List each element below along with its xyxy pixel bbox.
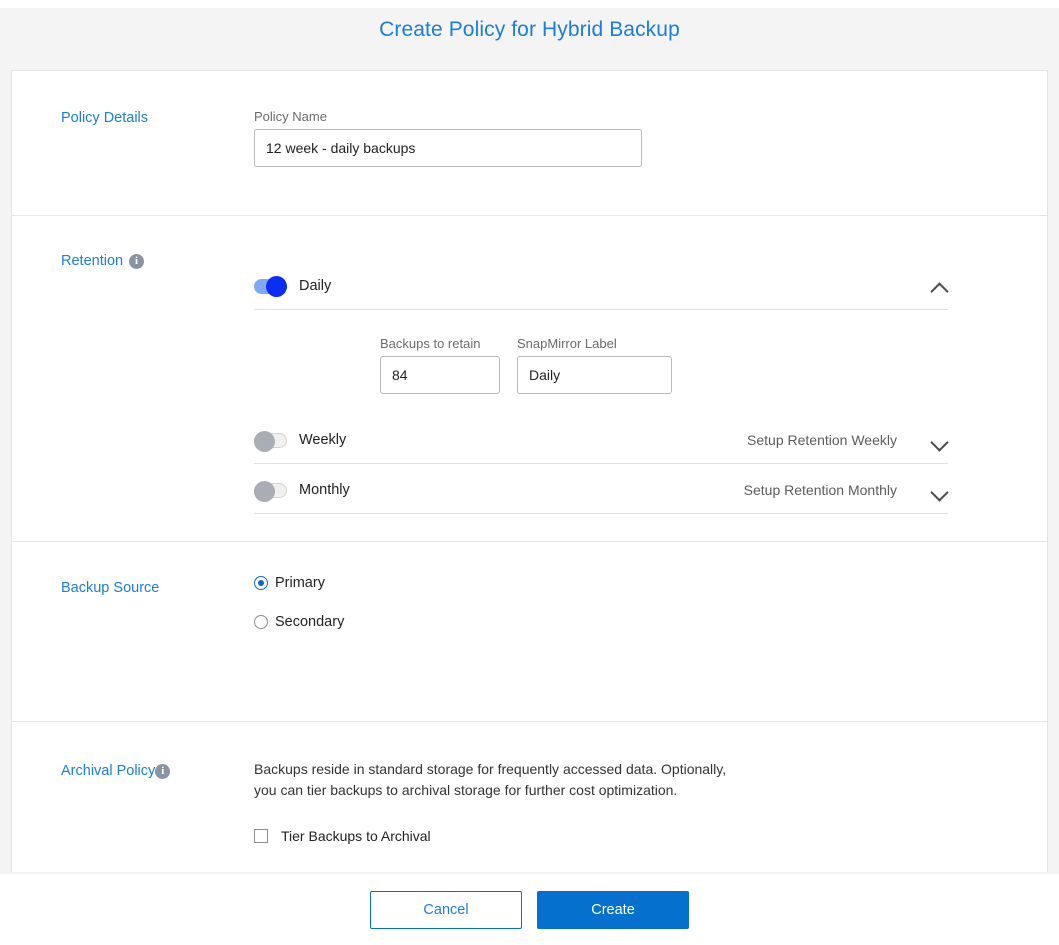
modal-scroll-area[interactable]: Policy Details Policy Name Retention i	[11, 70, 1048, 872]
section-policy-details: Policy Details Policy Name	[12, 71, 1047, 216]
section-label-retention: Retention i	[61, 253, 144, 269]
section-body-retention: Daily Backups to retain SnapMirror Label	[254, 216, 1047, 541]
section-label-column: Archival Policy i	[12, 722, 254, 872]
modal-footer: Cancel Create	[0, 874, 1059, 945]
section-body-backup-source: Primary Secondary	[254, 542, 1047, 721]
retention-row-daily[interactable]: Daily	[254, 270, 948, 310]
retention-list: Daily Backups to retain SnapMirror Label	[254, 270, 948, 514]
archival-description-line-2: you can tier backups to archival storage…	[254, 782, 677, 798]
archival-description: Backups reside in standard storage for f…	[254, 759, 754, 801]
setup-retention-weekly-text: Setup Retention Weekly	[747, 432, 897, 448]
retention-row-monthly[interactable]: Monthly Setup Retention Monthly	[254, 474, 948, 514]
snapmirror-label-input[interactable]	[517, 356, 672, 394]
section-label-column: Policy Details	[12, 71, 254, 215]
radio-label-secondary: Secondary	[275, 614, 344, 630]
section-retention: Retention i Daily	[12, 216, 1047, 542]
chevron-up-icon[interactable]	[931, 281, 948, 292]
section-label-archival-policy: Archival Policy i	[61, 763, 170, 779]
section-backup-source: Backup Source Primary Secondary	[12, 542, 1047, 722]
archival-description-line-1: Backups reside in standard storage for f…	[254, 761, 726, 777]
setup-retention-monthly-text: Setup Retention Monthly	[744, 482, 897, 498]
section-archival-policy: Archival Policy i Backups reside in stan…	[12, 722, 1047, 872]
info-icon[interactable]: i	[129, 254, 144, 269]
snapmirror-label-label: SnapMirror Label	[517, 336, 672, 351]
tier-backups-checkbox-label: Tier Backups to Archival	[281, 828, 431, 844]
toggle-daily[interactable]	[254, 279, 287, 294]
modal-viewport: Create Policy for Hybrid Backup Policy D…	[0, 0, 1059, 945]
policy-name-label: Policy Name	[254, 109, 1010, 124]
retention-label-weekly: Weekly	[299, 432, 346, 448]
section-label-retention-text: Retention	[61, 253, 123, 269]
radio-secondary[interactable]	[254, 615, 268, 629]
section-body-archival-policy: Backups reside in standard storage for f…	[254, 722, 1047, 872]
form-card: Policy Details Policy Name Retention i	[11, 70, 1048, 872]
backups-to-retain-field: Backups to retain	[380, 336, 500, 394]
cancel-button[interactable]: Cancel	[370, 891, 522, 929]
daily-retention-details: Backups to retain SnapMirror Label	[254, 336, 948, 394]
backups-to-retain-input[interactable]	[380, 356, 500, 394]
backups-to-retain-label: Backups to retain	[380, 336, 500, 351]
radio-option-primary[interactable]: Primary	[254, 575, 1010, 591]
toggle-monthly[interactable]	[254, 483, 287, 498]
toggle-knob	[266, 276, 287, 297]
create-button[interactable]: Create	[537, 891, 689, 929]
tier-backups-checkbox[interactable]	[254, 829, 268, 843]
toggle-knob	[254, 481, 275, 502]
radio-primary[interactable]	[254, 576, 268, 590]
section-label-policy-details: Policy Details	[61, 110, 148, 126]
section-label-column: Backup Source	[12, 542, 254, 721]
retention-label-monthly: Monthly	[299, 482, 350, 498]
toggle-weekly[interactable]	[254, 433, 287, 448]
policy-name-input[interactable]	[254, 129, 642, 167]
retention-row-weekly[interactable]: Weekly Setup Retention Weekly	[254, 424, 948, 464]
section-label-column: Retention i	[12, 216, 254, 541]
snapmirror-label-field: SnapMirror Label	[517, 336, 672, 394]
chevron-down-icon[interactable]	[931, 485, 948, 496]
tier-backups-checkbox-row[interactable]: Tier Backups to Archival	[254, 828, 1010, 844]
archival-after-days-label: Archival After (Days)	[254, 870, 1010, 872]
info-icon[interactable]: i	[155, 764, 170, 779]
section-label-backup-source: Backup Source	[61, 580, 159, 596]
radio-label-primary: Primary	[275, 575, 325, 591]
toggle-knob	[254, 431, 275, 452]
radio-option-secondary[interactable]: Secondary	[254, 614, 1010, 630]
chevron-down-icon[interactable]	[931, 435, 948, 446]
section-body-policy-details: Policy Name	[254, 71, 1047, 215]
page-title: Create Policy for Hybrid Backup	[0, 18, 1059, 42]
section-label-archival-policy-text: Archival Policy	[61, 763, 155, 779]
retention-label-daily: Daily	[299, 278, 331, 294]
